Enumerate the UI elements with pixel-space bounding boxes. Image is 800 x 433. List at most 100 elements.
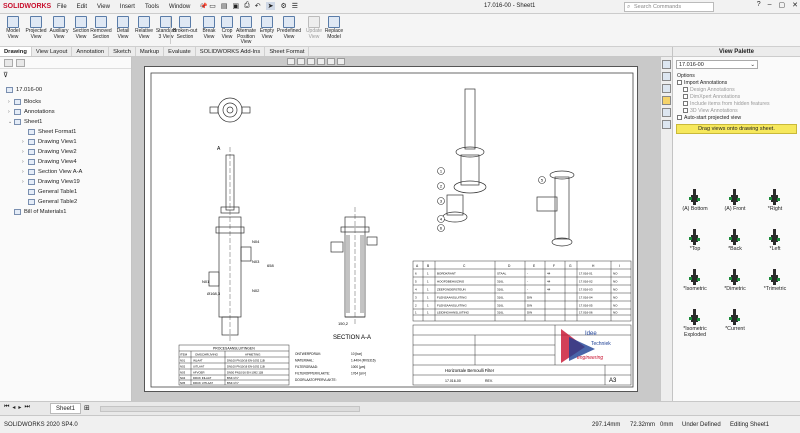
bom-cell: 1 [427,296,429,300]
predefined-view-button[interactable]: Predefined View [276,15,302,46]
palette-view-item[interactable]: *Dimetric [715,269,755,292]
heads-up-toolbar [287,58,345,66]
tab-evaluate[interactable]: Evaluate [164,47,196,56]
resources-icon[interactable] [662,60,671,69]
palette-view-item[interactable]: *Back [715,229,755,252]
previous-view-icon[interactable] [307,58,315,65]
tab-drawing[interactable]: Drawing [0,47,32,56]
save-icon[interactable]: ▣ [232,2,239,10]
hide-show-icon[interactable] [337,58,345,65]
model-view-button[interactable]: Model View [2,15,24,46]
palette-view-item[interactable]: (A) Bottom [675,189,715,212]
dimxpert-annotations-checkbox[interactable]: DimXpert Annotations [683,93,800,100]
update-view-icon [308,16,320,28]
tree-item-annotations[interactable]: › Annotations [8,109,55,115]
replace-model-button[interactable]: Replace Model [322,15,346,46]
alternate-position-view-button[interactable]: Alternate Position View [234,15,258,46]
tree-item-bill-of-materials[interactable]: Bill of Materials1 [8,209,67,215]
palette-view-item[interactable]: *Current [715,309,755,332]
feature-tree-tab-icon[interactable] [4,59,13,67]
tree-item-sheet1[interactable]: ⌄ Sheet1 [8,119,42,125]
horizontal-scrollbar[interactable] [100,406,360,412]
print-icon[interactable]: ⎙ [244,2,250,10]
menu-tools[interactable]: Tools [140,4,164,10]
drawing-sheet[interactable]: A N04 N03 N01 N02 658 Ø168,3 150,2 SECTI… [144,66,638,392]
palette-view-item[interactable]: *Right [755,189,795,212]
palette-view-label: (A) Front [724,206,746,212]
tree-item-section-view[interactable]: › Section View A-A [22,169,82,175]
property-manager-tab-icon[interactable] [16,59,25,67]
restore-icon[interactable]: ▢ [779,1,786,9]
tree-item-drawing-view19[interactable]: › Drawing View19 [22,179,80,185]
design-library-icon[interactable] [662,72,671,81]
auxiliary-view-button[interactable]: Auxiliary View [48,15,70,46]
display-style-icon[interactable] [327,58,335,65]
tree-item-drawing-view2[interactable]: › Drawing View2 [22,149,77,155]
search-commands-input[interactable]: ⌕ Search Commands [624,2,714,12]
search-placeholder: Search Commands [634,4,682,10]
filter-icon[interactable]: ⊽ [3,71,8,79]
palette-view-item[interactable]: *Isometric [675,269,715,292]
open-icon[interactable]: ▤ [221,2,228,10]
menu-insert[interactable]: Insert [115,4,140,10]
zoom-area-icon[interactable] [297,58,305,65]
tree-item-sheet-format1[interactable]: Sheet Format1 [22,129,76,135]
tab-sheet-format[interactable]: Sheet Format [265,47,310,56]
import-annotations-checkbox[interactable]: Import Annotations [677,79,800,86]
view-palette-icon[interactable] [662,96,671,105]
auto-start-projected-view-checkbox[interactable]: Auto-start projected view [677,114,800,121]
detail-view-button[interactable]: Detail View [112,15,134,46]
tree-item-drawing-view1[interactable]: › Drawing View1 [22,139,77,145]
removed-section-button[interactable]: Removed Section [89,15,113,46]
tab-sketch[interactable]: Sketch [109,47,136,56]
tree-item-general-table1[interactable]: General Table1 [22,189,77,195]
menu-window[interactable]: Window [164,4,195,10]
tree-item-drawing-view4[interactable]: › Drawing View4 [22,159,77,165]
appearances-icon[interactable] [662,108,671,117]
tree-item-general-table2[interactable]: General Table2 [22,199,77,205]
menu-edit[interactable]: Edit [72,4,92,10]
minimize-icon[interactable]: – [768,1,772,9]
custom-properties-icon[interactable] [662,120,671,129]
palette-view-item[interactable]: (A) Front [715,189,755,212]
empty-view-button[interactable]: Empty View [256,15,278,46]
rebuild-icon[interactable]: ⚙ [280,2,286,10]
palette-document-select[interactable]: 17.016-00 ⌄ [676,60,758,69]
options-icon[interactable]: ☰ [292,2,298,10]
relative-view-button[interactable]: Relative View [132,15,156,46]
hidden-features-checkbox[interactable]: Include items from hidden features [683,100,800,107]
first-sheet-icon[interactable]: ⏮ [4,404,9,411]
next-sheet-icon[interactable]: ▸ [18,404,21,411]
new-icon[interactable]: ▭ [209,2,216,10]
section-icon[interactable] [317,58,325,65]
help-icon[interactable]: ? [757,1,761,9]
broken-out-section-button[interactable]: Broken-out Section [172,15,198,46]
undo-icon[interactable]: ↶ [255,2,261,10]
select-icon[interactable]: ➤ [265,2,276,10]
palette-view-item[interactable]: *Trimetric [755,269,795,292]
palette-view-item[interactable]: *Top [675,229,715,252]
zoom-fit-icon[interactable] [287,58,295,65]
tab-annotation[interactable]: Annotation [72,47,110,56]
home-icon[interactable]: ⌂ [200,2,204,10]
add-sheet-icon[interactable]: ⊞ [84,404,90,412]
close-icon[interactable]: ✕ [792,1,798,9]
tree-root[interactable]: 17.016-00 [6,87,42,93]
last-sheet-icon[interactable]: ⏭ [24,404,29,411]
prev-sheet-icon[interactable]: ◂ [12,404,15,411]
sheet-tab-sheet1[interactable]: Sheet1 [50,403,82,414]
drawing-canvas[interactable]: A N04 N03 N01 N02 658 Ø168,3 150,2 SECTI… [132,57,660,401]
menu-file[interactable]: File [52,4,72,10]
design-annotations-checkbox[interactable]: Design Annotations [683,86,800,93]
svg-text:OMSCHRIJVING: OMSCHRIJVING [195,353,219,357]
tree-item-blocks[interactable]: › Blocks [8,99,41,105]
menu-view[interactable]: View [92,4,115,10]
tab-solidworks-add-ins[interactable]: SOLIDWORKS Add-Ins [196,47,266,56]
tab-view-layout[interactable]: View Layout [32,47,73,56]
palette-view-item[interactable]: *Left [755,229,795,252]
projected-view-button[interactable]: Projected View [25,15,47,46]
palette-view-item[interactable]: *Isometric Exploded [675,309,715,338]
3d-view-annotations-checkbox[interactable]: 3D View Annotations [683,107,800,114]
file-explorer-icon[interactable] [662,84,671,93]
tab-markup[interactable]: Markup [136,47,165,56]
